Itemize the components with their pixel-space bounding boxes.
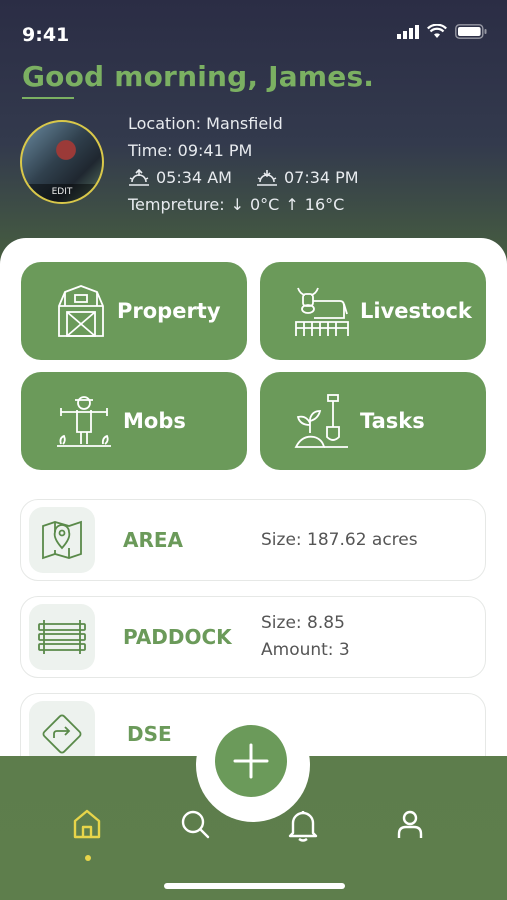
card-area[interactable]: AREA Size: 187.62 acres <box>20 499 486 581</box>
card-dse-title: DSE <box>127 722 172 746</box>
status-time: 9:41 <box>22 24 70 46</box>
card-paddock-info: Size: 8.85 Amount: 3 <box>261 610 350 664</box>
location-text: Location: Mansfield <box>128 114 283 133</box>
avatar-edit-label[interactable]: EDIT <box>22 184 102 202</box>
weather-info: Location: Mansfield Time: 09:41 PM 05:34… <box>128 110 377 218</box>
greeting-title: Good morning, James. <box>22 60 375 93</box>
nav-profile[interactable] <box>390 808 430 852</box>
sunrise: 05:34 AM <box>128 168 232 187</box>
tile-tasks-label: Tasks <box>360 409 425 433</box>
card-area-size: Size: 187.62 acres <box>261 530 418 550</box>
map-pin-icon <box>42 520 82 560</box>
shovel-plant-icon <box>294 394 348 448</box>
home-indicator <box>164 883 345 889</box>
wifi-icon <box>427 24 447 38</box>
card-area-title: AREA <box>123 528 184 552</box>
card-paddock-amount: Amount: 3 <box>261 640 350 660</box>
tile-property[interactable]: Property <box>21 262 247 360</box>
sun-times-row: 05:34 AM 07:34 PM <box>128 164 377 191</box>
greeting-underline <box>22 97 74 99</box>
tile-livestock[interactable]: Livestock <box>260 262 486 360</box>
signal-icon <box>397 24 419 39</box>
fence-icon <box>38 620 86 654</box>
direction-sign-icon <box>42 714 82 754</box>
nav-search[interactable] <box>175 808 215 852</box>
add-button[interactable] <box>215 725 287 797</box>
nav-home[interactable] <box>67 808 107 852</box>
card-area-info: Size: 187.62 acres <box>261 527 418 554</box>
tile-mobs-label: Mobs <box>123 409 186 433</box>
tile-mobs[interactable]: Mobs <box>21 372 247 470</box>
temp-min: 0°C <box>250 195 280 214</box>
nav-notifications[interactable] <box>283 808 323 852</box>
card-paddock[interactable]: PADDOCK Size: 8.85 Amount: 3 <box>20 596 486 678</box>
card-area-icon-box <box>29 507 95 573</box>
temperature-row: Tempreture: ↓ 0°C ↑ 16°C <box>128 191 377 218</box>
sunset-time: 07:34 PM <box>283 168 359 187</box>
cow-icon <box>295 287 349 336</box>
barn-icon <box>58 285 104 337</box>
nav-active-indicator <box>85 855 91 861</box>
card-paddock-size: Size: 8.85 <box>261 613 345 633</box>
battery-icon <box>455 24 487 39</box>
content-sheet: Property Livestock Mobs Tasks AREA Size:… <box>0 238 507 756</box>
search-icon <box>181 810 210 839</box>
bottom-nav <box>0 808 507 858</box>
status-icons <box>397 24 487 39</box>
plus-icon <box>233 743 269 779</box>
card-dse-icon-box <box>29 701 95 756</box>
temperature-label: Tempreture: <box>128 195 225 214</box>
user-icon <box>397 810 423 838</box>
avatar[interactable]: EDIT <box>20 120 104 204</box>
sunset: 07:34 PM <box>256 168 359 187</box>
card-paddock-title: PADDOCK <box>123 625 232 649</box>
sunset-icon <box>256 169 277 186</box>
arrow-up-icon: ↑ <box>285 195 299 214</box>
home-icon <box>73 809 101 839</box>
card-paddock-icon-box <box>29 604 95 670</box>
tile-property-label: Property <box>117 299 221 323</box>
bell-icon <box>288 811 318 842</box>
arrow-down-icon: ↓ <box>230 195 244 214</box>
status-bar: 9:41 <box>0 0 507 60</box>
tile-tasks[interactable]: Tasks <box>260 372 486 470</box>
temp-max: 16°C <box>304 195 345 214</box>
sunrise-icon <box>129 168 149 186</box>
sunrise-time: 05:34 AM <box>156 168 232 187</box>
tile-livestock-label: Livestock <box>360 299 472 323</box>
time-text: Time: 09:41 PM <box>128 141 253 160</box>
scarecrow-icon <box>57 396 111 447</box>
